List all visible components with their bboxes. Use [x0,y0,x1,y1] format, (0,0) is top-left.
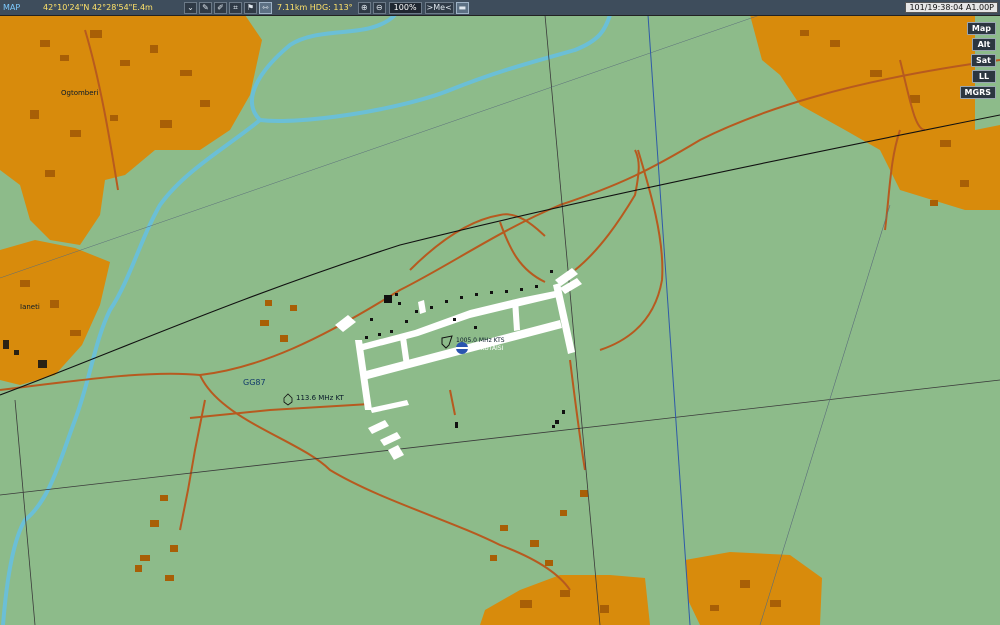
layer-mgrs-button[interactable]: MGRS [959,86,996,99]
mission-time: 101/19:38:04 A1.00P [905,2,998,13]
zoom-in-icon[interactable]: ⊕ [357,1,371,14]
ruler-icon[interactable]: ⌗ [229,1,242,14]
minus-icon[interactable]: ▬ [455,1,469,14]
flag-icon[interactable]: ⚑ [244,1,257,14]
airfield-frequency-label: 1005.0 MHz KTS [456,337,505,344]
center-on-me-button[interactable]: >Me< [424,1,454,14]
chevron-down-icon[interactable]: ⌄ [184,1,197,14]
measure-icon[interactable]: ⇿ [259,1,272,14]
zoom-out-icon[interactable]: ⊖ [372,1,386,14]
zoom-level: 100% [388,1,422,14]
grid-square-label: GG87 [243,378,266,387]
town-label-ianeti: Ianeti [20,303,40,311]
airfield-name-label: 50 KUTAISI [471,345,504,352]
layer-ll-button[interactable]: LL [972,70,996,83]
map-toolbar: MAP 42°10'24"N 42°28'54"E.4m ⌄ ✎ ✐ ⌗ ⚑ ⇿… [0,0,1000,16]
town-label-ogtomberi: Ogtomberi [61,89,99,97]
distance-heading-readout: 7.11km HDG: 113° [277,3,353,12]
wrench-icon[interactable]: ✎ [199,1,212,14]
map-canvas[interactable] [0,0,1000,625]
map-layer-selector: Map Alt Sat LL MGRS [959,22,996,99]
layer-sat-button[interactable]: Sat [971,54,996,67]
cursor-coordinates: 42°10'24"N 42°28'54"E.4m [43,3,153,12]
window-title: MAP [3,3,21,12]
layer-alt-button[interactable]: Alt [972,38,996,51]
layer-map-button[interactable]: Map [966,22,996,35]
vor-frequency-label: 113.6 MHz KT [296,394,344,402]
pen-icon[interactable]: ✐ [214,1,227,14]
